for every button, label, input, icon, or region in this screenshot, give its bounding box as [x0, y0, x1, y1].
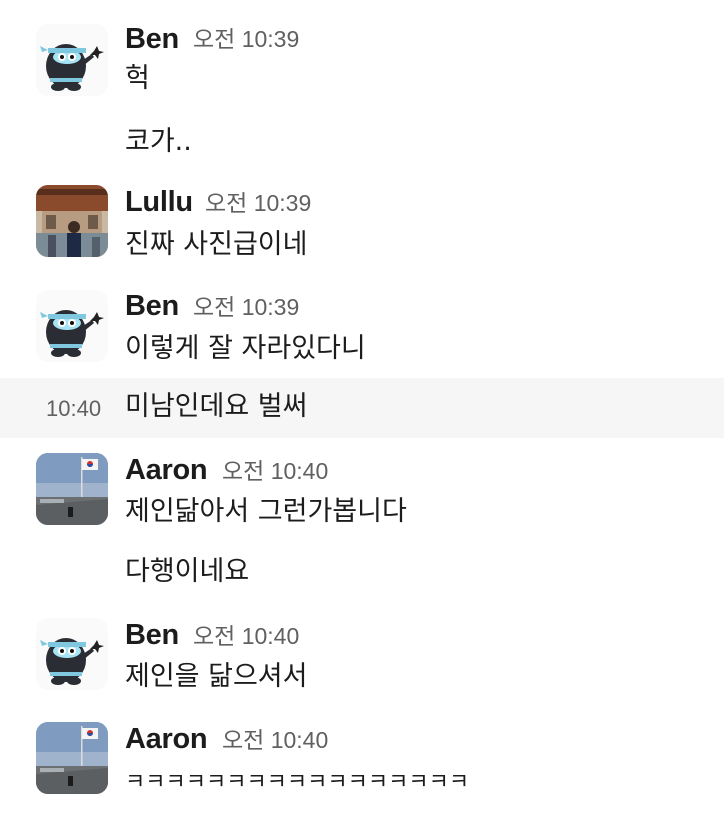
- message-group: Ben 오전 10:39 헉 코가..: [0, 10, 724, 170]
- message-group: Ben 오전 10:40 제인을 닮으셔서: [0, 610, 724, 710]
- message-group: Lullu 오전 10:39 진짜 사진급이네: [0, 175, 724, 275]
- message-group: Ben 오전 10:39 이렇게 잘 자라있다니: [0, 280, 724, 378]
- timestamp[interactable]: 오전 10:39: [193, 24, 299, 54]
- ninja-gopher-avatar-icon: [36, 24, 108, 96]
- timestamp[interactable]: 오전 10:39: [193, 292, 299, 322]
- ninja-gopher-avatar-icon: [36, 618, 108, 690]
- user-photo-avatar-icon: [36, 722, 108, 794]
- author-name[interactable]: Ben: [125, 289, 179, 323]
- timestamp[interactable]: 오전 10:39: [205, 188, 311, 218]
- avatar[interactable]: [36, 618, 108, 690]
- timestamp[interactable]: 오전 10:40: [222, 456, 328, 486]
- ninja-gopher-avatar-icon: [36, 290, 108, 362]
- author-name[interactable]: Aaron: [125, 453, 208, 487]
- message-text: 다행이네요: [125, 556, 250, 587]
- user-photo-avatar-icon: [36, 453, 108, 525]
- author-name[interactable]: Lullu: [125, 185, 193, 219]
- author-name[interactable]: Ben: [125, 22, 179, 56]
- timestamp[interactable]: 오전 10:40: [193, 621, 299, 651]
- message-text: 코가..: [125, 126, 192, 157]
- author-name[interactable]: Aaron: [125, 722, 208, 756]
- message-text: 제인을 닮으셔서: [125, 661, 308, 692]
- author-name[interactable]: Ben: [125, 618, 179, 652]
- message-text: 진짜 사진급이네: [125, 229, 308, 260]
- message-text: ㅋㅋㅋㅋㅋㅋㅋㅋㅋㅋㅋㅋㅋㅋㅋㅋㅋ: [125, 770, 470, 795]
- user-photo-avatar-icon: [36, 185, 108, 257]
- message-row-hovered[interactable]: 10:40 미남인데요 벌써: [0, 378, 724, 438]
- avatar[interactable]: [36, 722, 108, 794]
- message-text: 제인닮아서 그런가봅니다: [125, 496, 407, 527]
- message-text: 미남인데요 벌써: [125, 391, 308, 422]
- avatar[interactable]: [36, 185, 108, 257]
- avatar[interactable]: [36, 24, 108, 96]
- hover-timestamp[interactable]: 10:40: [46, 394, 101, 424]
- avatar[interactable]: [36, 453, 108, 525]
- avatar[interactable]: [36, 290, 108, 362]
- timestamp[interactable]: 오전 10:40: [222, 725, 328, 755]
- message-text: 헉: [125, 63, 150, 94]
- message-group: Aaron 오전 10:40 ㅋㅋㅋㅋㅋㅋㅋㅋㅋㅋㅋㅋㅋㅋㅋㅋㅋ: [0, 714, 724, 814]
- message-text: 이렇게 잘 자라있다니: [125, 333, 366, 364]
- message-group: Aaron 오전 10:40 제인닮아서 그런가봅니다 다행이네요: [0, 445, 724, 605]
